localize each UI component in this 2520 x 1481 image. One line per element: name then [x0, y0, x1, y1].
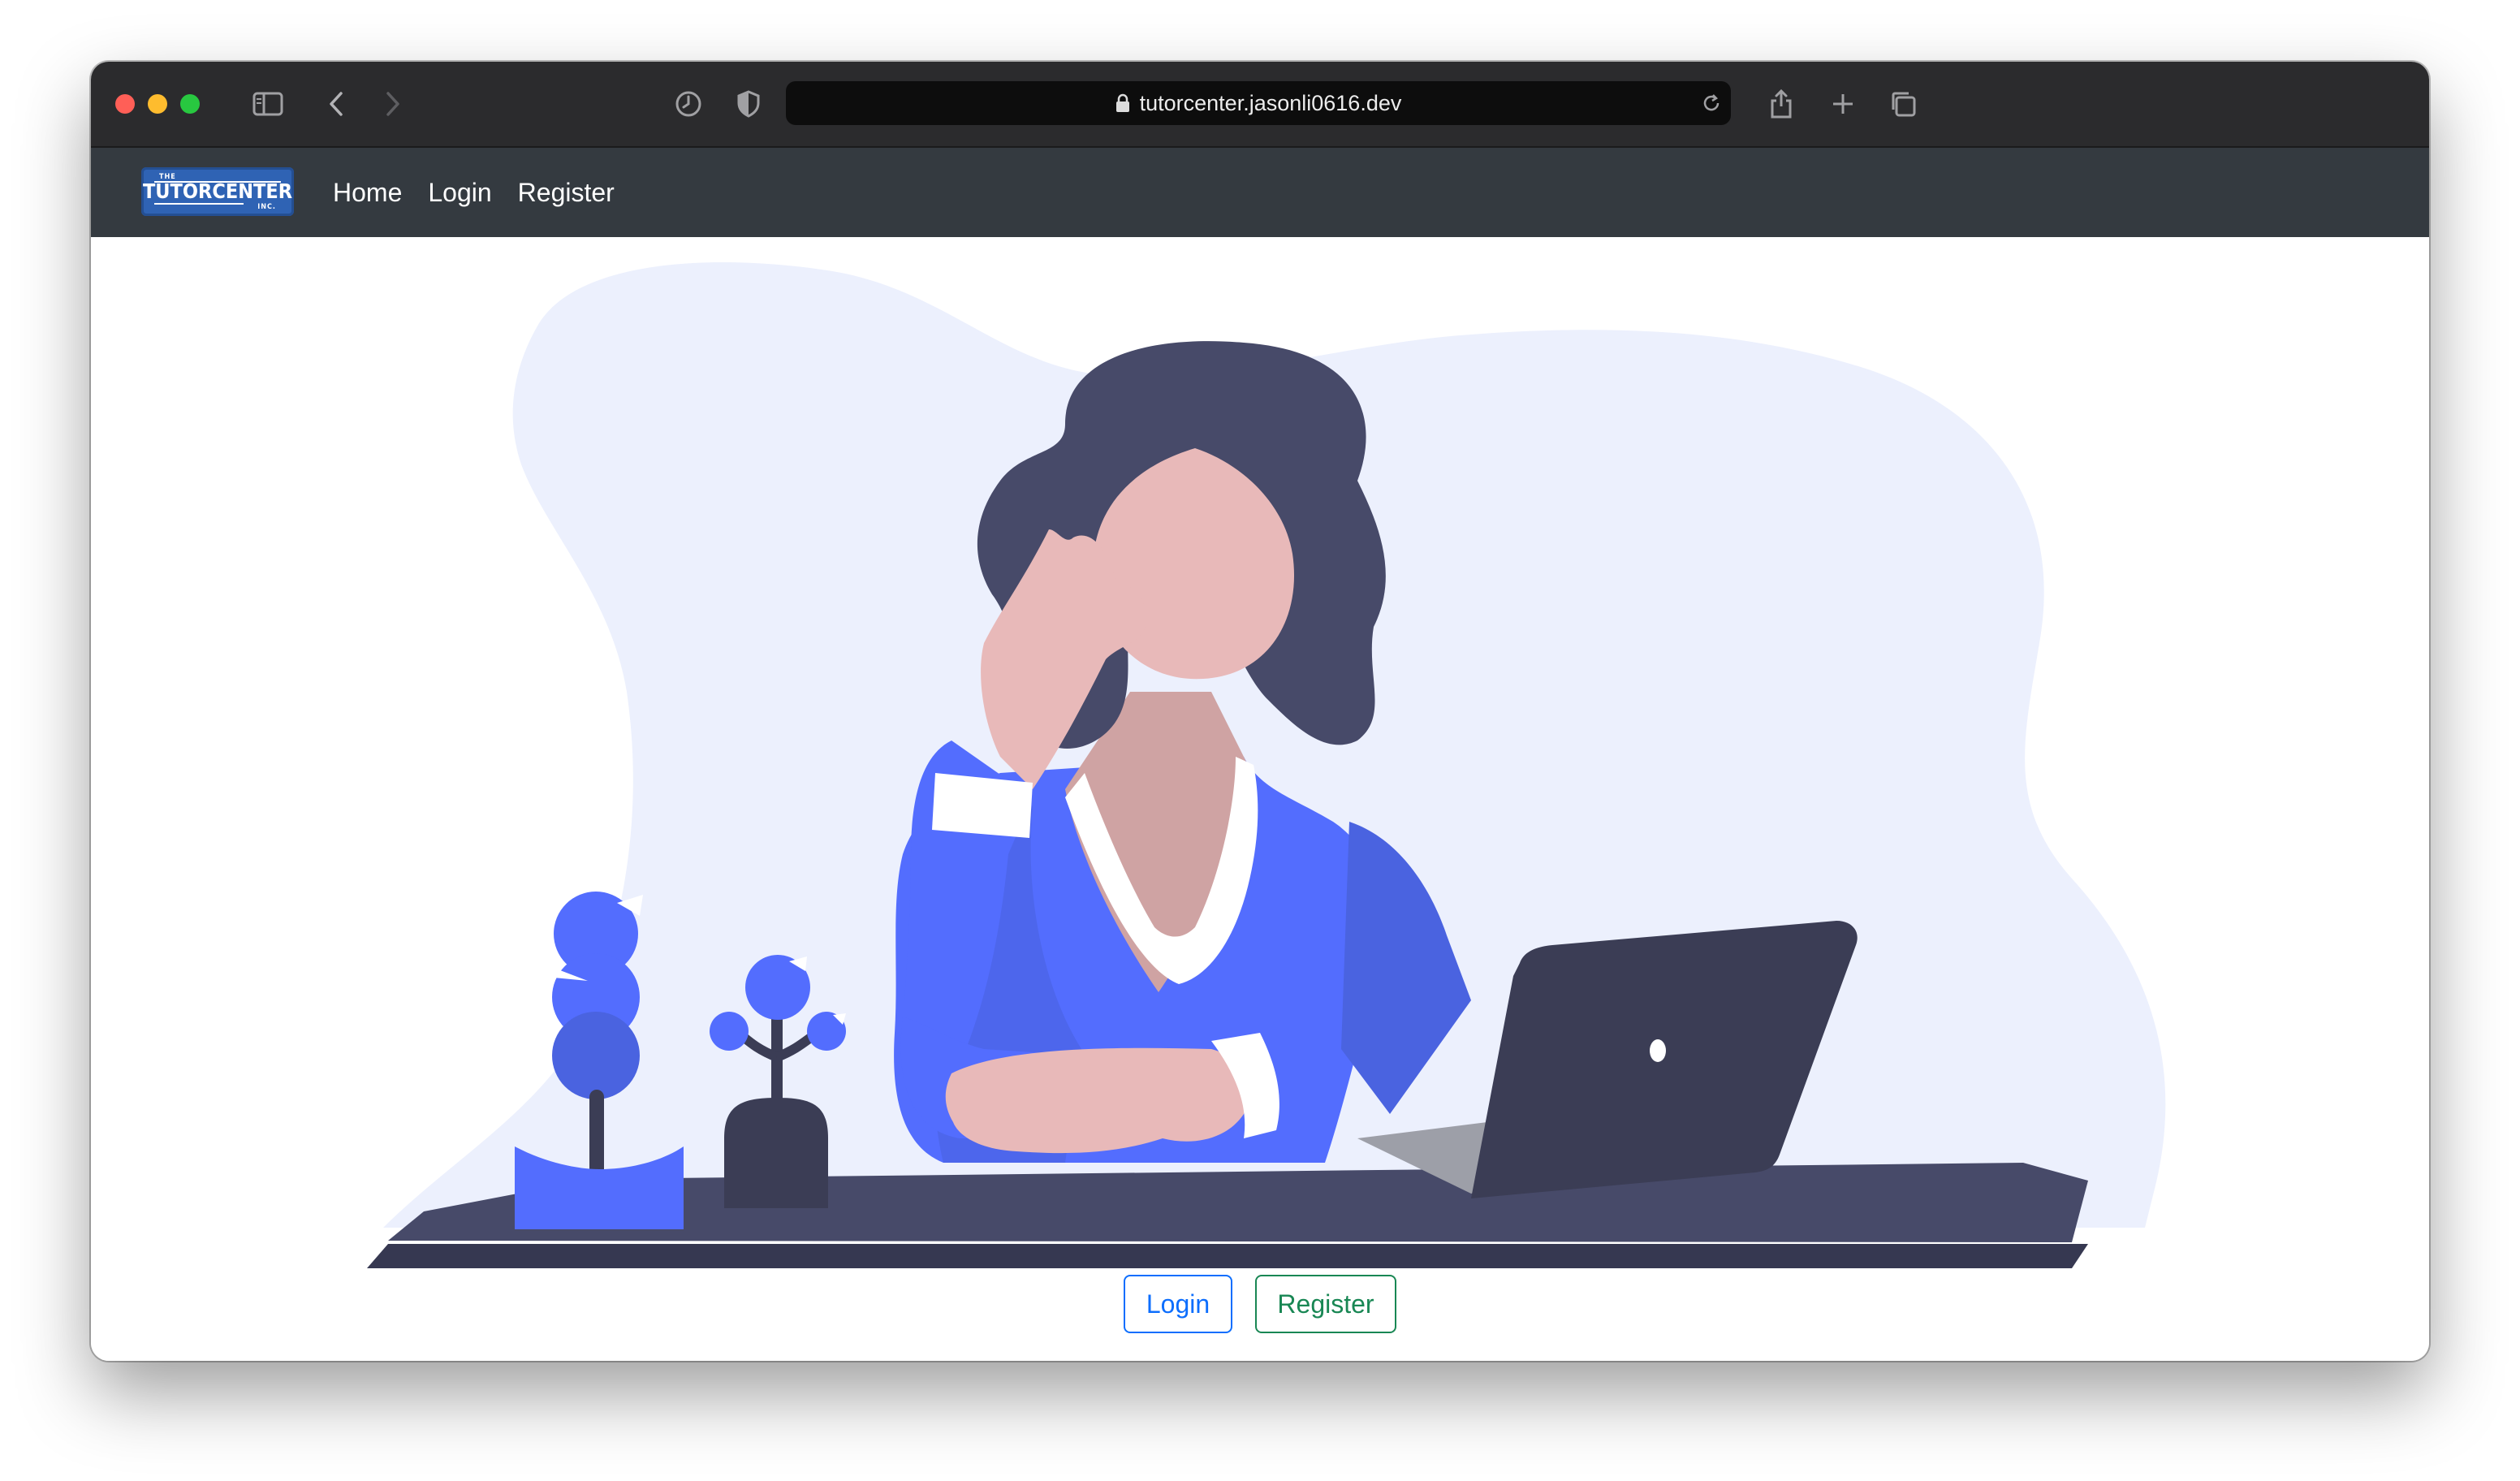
login-button[interactable]: Login — [1124, 1275, 1232, 1333]
logo-bottom-text: INC. — [257, 203, 276, 211]
logo-main-text: TUTORCENTER — [142, 179, 293, 203]
minimize-window-button[interactable] — [148, 94, 167, 114]
reload-icon[interactable] — [1700, 92, 1723, 120]
tutorcenter-logo[interactable]: THE TUTORCENTER INC. — [141, 167, 294, 216]
nav-link-register[interactable]: Register — [518, 178, 615, 208]
woman-raised-cuff — [932, 773, 1033, 838]
woman-resting-hand — [945, 1047, 1247, 1154]
logo-rule-bottom — [154, 203, 244, 205]
history-clock-icon[interactable] — [671, 84, 706, 123]
privacy-shield-icon[interactable] — [731, 84, 766, 123]
address-bar[interactable]: tutorcenter.jasonli0616.dev — [786, 81, 1731, 125]
nav-link-home[interactable]: Home — [333, 178, 402, 208]
laptop-logo — [1650, 1039, 1666, 1062]
lock-icon — [1115, 93, 1130, 113]
register-button[interactable]: Register — [1255, 1275, 1396, 1333]
hero-illustration — [367, 262, 2166, 1268]
nav-link-login[interactable]: Login — [428, 178, 491, 208]
browser-window: tutorcenter.jasonli0616.dev THE TUTORCEN… — [91, 62, 2429, 1361]
close-window-button[interactable] — [115, 94, 135, 114]
action-buttons: Login Register — [91, 1275, 2429, 1333]
page-content: Login Register — [91, 237, 2429, 1361]
site-navbar: THE TUTORCENTER INC. Home Login Register — [91, 148, 2429, 237]
sidebar-toggle-icon[interactable] — [250, 84, 286, 123]
desk-edge — [367, 1244, 2088, 1268]
url-text: tutorcenter.jasonli0616.dev — [1139, 90, 1402, 115]
tab-overview-icon[interactable] — [1885, 84, 1921, 123]
browser-titlebar: tutorcenter.jasonli0616.dev — [91, 62, 2429, 148]
nav-links: Home Login Register — [333, 148, 641, 237]
back-icon[interactable] — [318, 84, 354, 123]
right-pot — [724, 1098, 828, 1208]
share-icon[interactable] — [1763, 84, 1799, 123]
forward-icon[interactable] — [375, 84, 411, 123]
new-tab-icon[interactable] — [1825, 84, 1861, 123]
zoom-window-button[interactable] — [180, 94, 200, 114]
